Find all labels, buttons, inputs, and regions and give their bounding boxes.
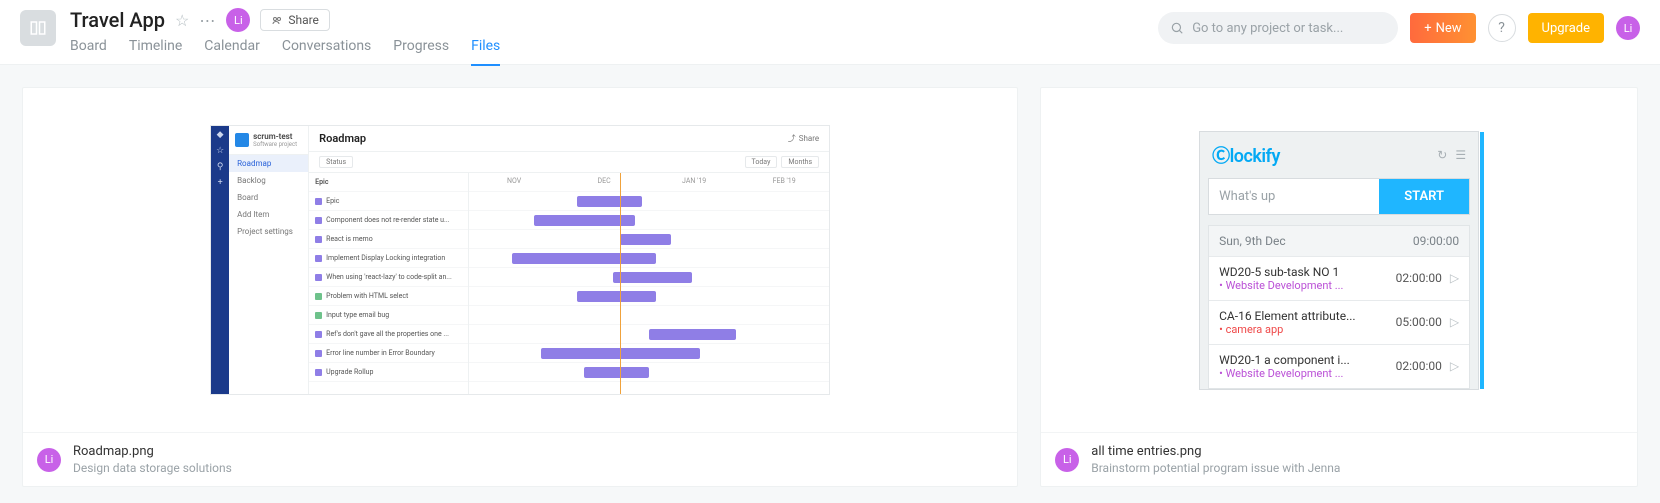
- rm-month: JAN '19: [649, 173, 739, 191]
- tab-timeline[interactable]: Timeline: [129, 38, 182, 66]
- rm-row: [469, 363, 829, 382]
- search-icon: [1170, 21, 1184, 35]
- clk-entry-title: CA-16 Element attribute...: [1219, 309, 1387, 323]
- rm-month: NOV: [469, 173, 559, 191]
- play-icon: ▷: [1450, 271, 1459, 285]
- clk-entry-time: 05:00:00: [1396, 315, 1442, 329]
- plus-icon: +: [1424, 21, 1431, 36]
- new-button[interactable]: + New: [1410, 13, 1475, 43]
- clk-entry-project: • Website Development ...: [1219, 367, 1387, 380]
- rm-project-name: scrum-test: [253, 132, 297, 141]
- clk-entry-project: • camera app: [1219, 323, 1387, 336]
- refresh-icon: ↻: [1437, 148, 1447, 162]
- app-rail: ◆☆⚲+: [211, 126, 229, 394]
- topbar: Travel App ☆ ⋯ Li Share Board Timeline C…: [0, 0, 1660, 65]
- rm-row: [469, 211, 829, 230]
- clk-day-total: 09:00:00: [1413, 234, 1459, 248]
- rm-today-line: [620, 173, 621, 394]
- clk-day-label: Sun, 9th Dec: [1219, 234, 1285, 248]
- more-icon[interactable]: ⋯: [199, 11, 216, 30]
- rm-month: DEC: [559, 173, 649, 191]
- clockify-logo: ⒸClockifylockify: [1212, 142, 1280, 168]
- file-preview: ◆☆⚲+ scrum-test Software project Roadmap…: [23, 88, 1017, 432]
- share-button[interactable]: Share: [260, 9, 330, 31]
- rm-month: FEB '19: [739, 173, 829, 191]
- menu-icon: ☰: [1455, 148, 1466, 162]
- rm-link-add: Add Item: [229, 206, 308, 223]
- clk-entry-time: 02:00:00: [1396, 359, 1442, 373]
- rm-link-roadmap: Roadmap: [229, 155, 308, 172]
- star-icon[interactable]: ☆: [175, 11, 189, 30]
- search-placeholder: Go to any project or task...: [1192, 21, 1343, 36]
- file-name: all time entries.png: [1091, 444, 1340, 459]
- roadmap-preview: ◆☆⚲+ scrum-test Software project Roadmap…: [210, 125, 830, 395]
- clk-entry-time: 02:00:00: [1396, 271, 1442, 285]
- project-icon: [20, 10, 56, 46]
- clk-entry-title: WD20-5 sub-task NO 1: [1219, 265, 1387, 279]
- help-button[interactable]: ?: [1488, 14, 1516, 42]
- rm-link-settings: Project settings: [229, 223, 308, 240]
- tab-board[interactable]: Board: [70, 38, 107, 66]
- member-avatar[interactable]: Li: [226, 8, 250, 32]
- uploader-avatar: Li: [1055, 448, 1079, 472]
- upgrade-button[interactable]: Upgrade: [1528, 13, 1604, 43]
- rm-task: Input type email bug: [309, 306, 468, 325]
- uploader-avatar: Li: [37, 448, 61, 472]
- share-label: Share: [288, 13, 319, 27]
- rm-row: [469, 344, 829, 363]
- rm-task: Component does not re-render state u...: [309, 211, 468, 230]
- user-avatar[interactable]: Li: [1616, 16, 1640, 40]
- clk-start-button: START: [1379, 179, 1469, 214]
- play-icon: ▷: [1450, 359, 1459, 373]
- clk-entry: CA-16 Element attribute...• camera app 05…: [1209, 300, 1469, 344]
- rm-row: [469, 287, 829, 306]
- file-preview: ⒸClockifylockify ↻ ☰ What's up START Sun…: [1041, 88, 1637, 432]
- rm-share: Share: [799, 134, 819, 143]
- project-title: Travel App: [70, 8, 165, 32]
- rm-task: When using 'react-lazy' to code-split an…: [309, 268, 468, 287]
- clockify-preview: ⒸClockifylockify ↻ ☰ What's up START Sun…: [1199, 131, 1479, 390]
- tab-files[interactable]: Files: [471, 38, 500, 66]
- rm-task: Implement Display Locking integration: [309, 249, 468, 268]
- file-name: Roadmap.png: [73, 444, 232, 459]
- clk-entry: WD20-1 a component i...• Website Develop…: [1209, 344, 1469, 388]
- rm-task: React is memo: [309, 230, 468, 249]
- file-card[interactable]: ◆☆⚲+ scrum-test Software project Roadmap…: [22, 87, 1018, 487]
- tab-calendar[interactable]: Calendar: [204, 38, 260, 66]
- rm-task: Upgrade Rollup: [309, 363, 468, 382]
- rm-task: Ref's don't gave all the properties one …: [309, 325, 468, 344]
- clk-entry-project: • Website Development ...: [1219, 279, 1387, 292]
- rm-row: [469, 230, 829, 249]
- rm-link-backlog: Backlog: [229, 172, 308, 189]
- rm-task: Problem with HTML select: [309, 287, 468, 306]
- rm-status-filter: Status: [319, 156, 353, 168]
- rm-row: [469, 268, 829, 287]
- clk-entry: WD20-5 sub-task NO 1• Website Developmen…: [1209, 256, 1469, 300]
- rm-row: [469, 192, 829, 211]
- rm-title: Roadmap: [319, 132, 366, 145]
- roadmap-sidebar: scrum-test Software project Roadmap Back…: [229, 126, 309, 394]
- tab-progress[interactable]: Progress: [393, 38, 449, 66]
- file-subtitle: Design data storage solutions: [73, 461, 232, 475]
- rm-today: Today: [745, 156, 778, 168]
- files-grid: ◆☆⚲+ scrum-test Software project Roadmap…: [0, 65, 1660, 487]
- rm-task: Error line number in Error Boundary: [309, 344, 468, 363]
- rm-col-header: Epic: [309, 173, 468, 192]
- file-subtitle: Brainstorm potential program issue with …: [1091, 461, 1340, 475]
- tab-conversations[interactable]: Conversations: [282, 38, 371, 66]
- play-icon: ▷: [1450, 315, 1459, 329]
- rm-task: Epic: [309, 192, 468, 211]
- rm-row: [469, 325, 829, 344]
- file-card[interactable]: ⒸClockifylockify ↻ ☰ What's up START Sun…: [1040, 87, 1638, 487]
- tabs: Board Timeline Calendar Conversations Pr…: [70, 38, 500, 66]
- clk-whatsup-input: What's up: [1209, 179, 1379, 214]
- rm-link-board: Board: [229, 189, 308, 206]
- rm-row: [469, 306, 829, 325]
- new-label: New: [1436, 21, 1462, 36]
- global-search[interactable]: Go to any project or task...: [1158, 12, 1398, 44]
- rm-row: [469, 249, 829, 268]
- rm-months-btn: Months: [781, 156, 819, 168]
- clk-entry-title: WD20-1 a component i...: [1219, 353, 1387, 367]
- rm-project-sub: Software project: [253, 141, 297, 148]
